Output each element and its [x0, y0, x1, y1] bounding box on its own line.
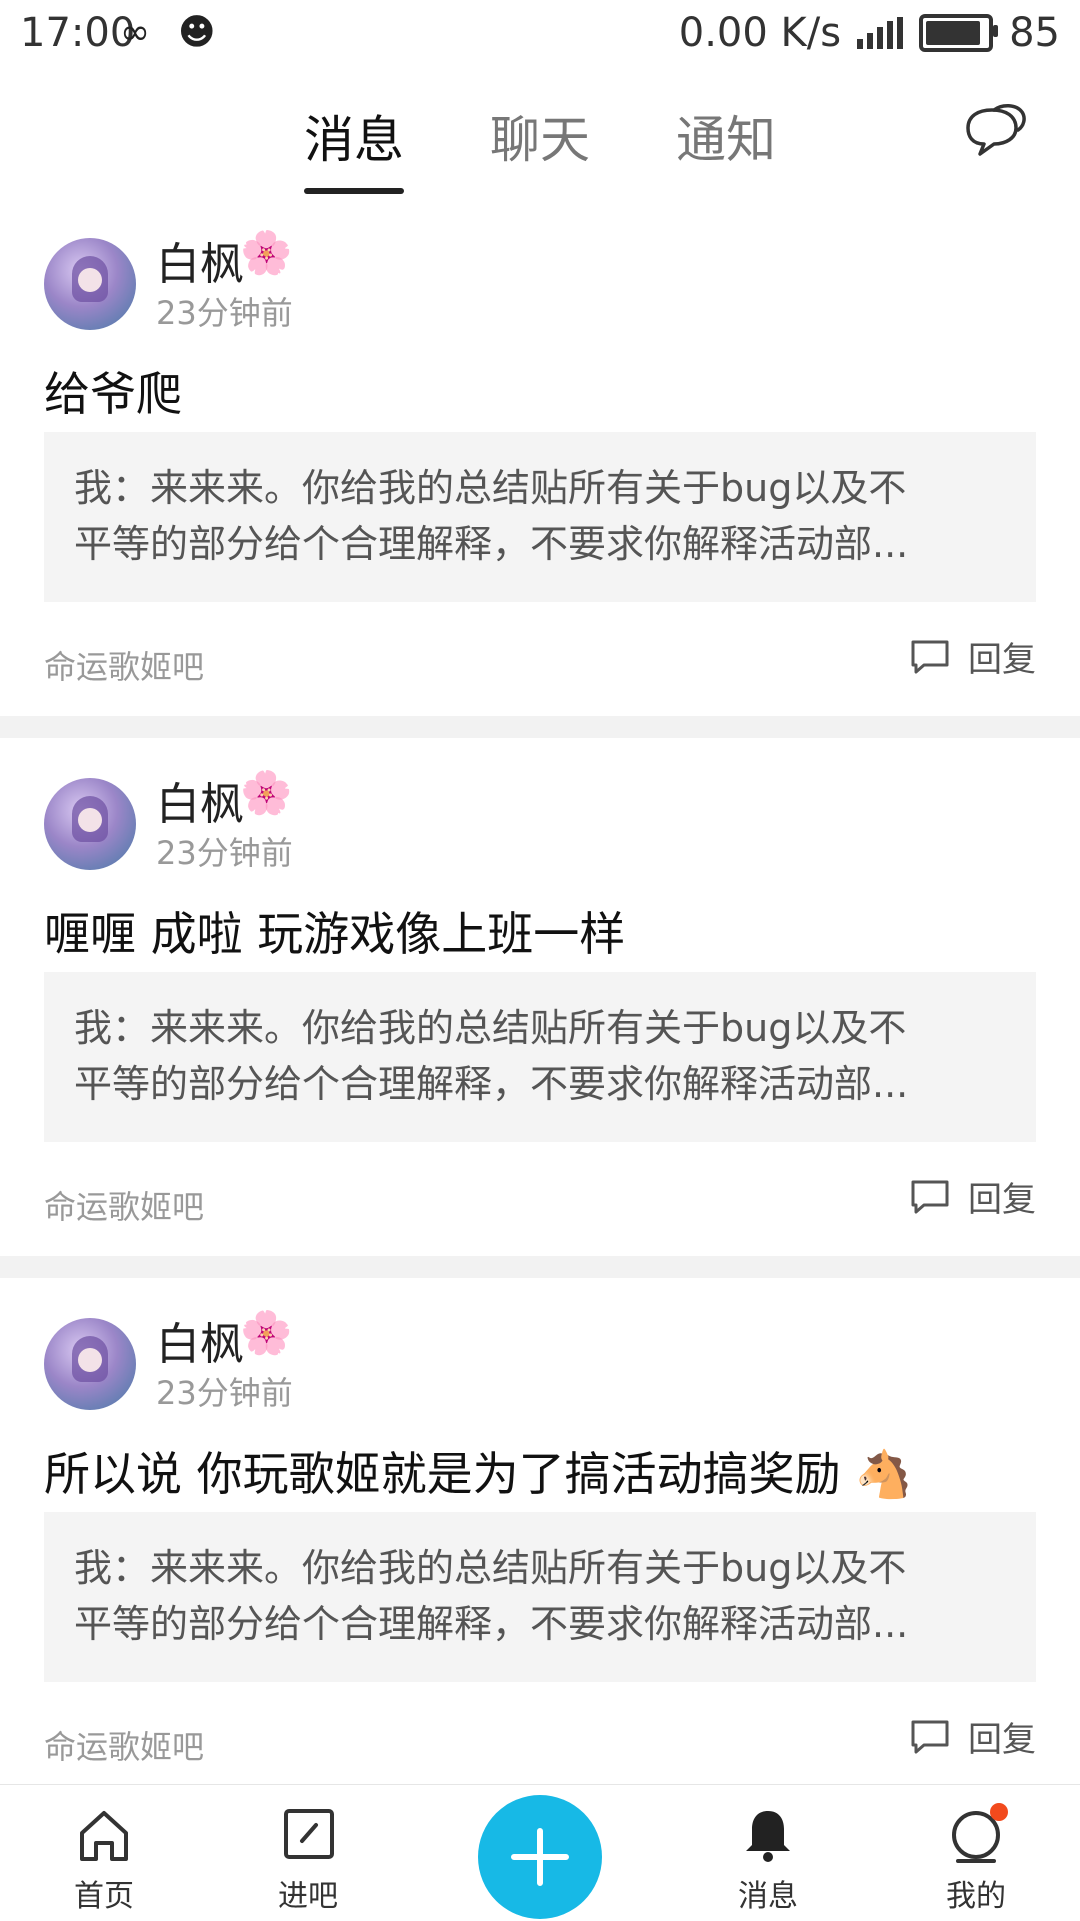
nav-me-label: 我的 — [946, 1879, 1006, 1914]
avatar[interactable] — [44, 1318, 136, 1410]
comment-icon — [911, 640, 949, 673]
net-speed: 0.00 K/s — [678, 10, 842, 56]
bell-icon — [746, 1811, 790, 1862]
battery-level: 85 — [1009, 10, 1060, 56]
nav-forums[interactable]: 进吧 — [258, 1805, 358, 1915]
top-tabs: 消息 聊天 通知 — [0, 66, 1080, 199]
status-bar: 17:00 ∞ ☻ 0.00 K/s 85 — [0, 0, 1080, 66]
nav-forums-label: 进吧 — [278, 1879, 338, 1914]
tab-notifications[interactable]: 通知 — [676, 100, 776, 172]
reply-button[interactable]: 回复 — [910, 1712, 1036, 1761]
nav-messages[interactable]: 消息 — [718, 1805, 818, 1915]
reply-button[interactable]: 回复 — [910, 632, 1036, 681]
timestamp: 23分钟前 — [156, 834, 293, 872]
reply-label: 回复 — [968, 640, 1036, 680]
forum-name[interactable]: 命运歌姬吧 — [44, 1722, 204, 1768]
avatar[interactable] — [44, 778, 136, 870]
nav-home-label: 首页 — [74, 1879, 134, 1914]
username[interactable]: 白枫 — [156, 228, 244, 292]
reply-content[interactable]: 喱喱 成啦 玩游戏像上班一样 — [44, 898, 625, 964]
flower-badge-icon: 🌸 — [240, 1308, 293, 1357]
chat-bubble-icon[interactable] — [964, 102, 1028, 162]
infinity-icon: ∞ — [120, 12, 150, 53]
plus-icon — [511, 1828, 569, 1886]
quote-line: 我：来来来。你给我的总结贴所有关于bug以及不 — [74, 466, 907, 510]
flower-badge-icon: 🌸 — [240, 768, 293, 817]
nav-messages-label: 消息 — [738, 1879, 798, 1914]
quoted-post[interactable]: 我：来来来。你给我的总结贴所有关于bug以及不 平等的部分给个合理解释，不要求你… — [44, 432, 1036, 602]
comment-icon — [911, 1720, 949, 1753]
quoted-post[interactable]: 我：来来来。你给我的总结贴所有关于bug以及不 平等的部分给个合理解释，不要求你… — [44, 972, 1036, 1142]
reply-content[interactable]: 所以说 你玩歌姬就是为了搞活动搞奖励 🐴 — [44, 1438, 913, 1504]
divider — [0, 716, 1080, 738]
reply-label: 回复 — [968, 1720, 1036, 1760]
nav-home[interactable]: 首页 — [54, 1805, 154, 1915]
message-card[interactable]: 白枫 🌸 23分钟前 所以说 你玩歌姬就是为了搞活动搞奖励 🐴 我：来来来。你给… — [0, 1278, 1080, 1796]
profile-icon-wrap — [946, 1803, 1008, 1865]
status-right: 0.00 K/s 85 — [679, 10, 1060, 56]
tab-chat[interactable]: 聊天 — [490, 100, 590, 172]
quote-line: 平等的部分给个合理解释，不要求你解释活动部... — [74, 522, 909, 566]
face-icon: ☻ — [178, 12, 216, 53]
timestamp: 23分钟前 — [156, 294, 293, 332]
divider — [0, 1256, 1080, 1278]
forum-name[interactable]: 命运歌姬吧 — [44, 1182, 204, 1228]
notification-dot — [990, 1803, 1008, 1821]
quote-line: 我：来来来。你给我的总结贴所有关于bug以及不 — [74, 1006, 907, 1050]
quote-line: 平等的部分给个合理解释，不要求你解释活动部... — [74, 1062, 909, 1106]
reply-button[interactable]: 回复 — [910, 1172, 1036, 1221]
quoted-post[interactable]: 我：来来来。你给我的总结贴所有关于bug以及不 平等的部分给个合理解释，不要求你… — [44, 1512, 1036, 1682]
tab-messages[interactable]: 消息 — [304, 100, 404, 172]
compose-button[interactable] — [478, 1795, 602, 1919]
message-card[interactable]: 白枫 🌸 23分钟前 喱喱 成啦 玩游戏像上班一样 我：来来来。你给我的总结贴所… — [0, 738, 1080, 1256]
flower-badge-icon: 🌸 — [240, 228, 293, 277]
active-tab-indicator — [304, 188, 404, 194]
bottom-nav: 首页 进吧 消息 我的 — [0, 1784, 1080, 1921]
username[interactable]: 白枫 — [156, 768, 244, 832]
avatar[interactable] — [44, 238, 136, 330]
username[interactable]: 白枫 — [156, 1308, 244, 1372]
battery-icon — [919, 14, 999, 52]
timestamp: 23分钟前 — [156, 1374, 293, 1412]
quote-line: 平等的部分给个合理解释，不要求你解释活动部... — [74, 1602, 909, 1646]
home-icon — [80, 1811, 128, 1861]
reply-label: 回复 — [968, 1180, 1036, 1220]
nav-me[interactable]: 我的 — [926, 1803, 1026, 1915]
forum-name[interactable]: 命运歌姬吧 — [44, 642, 204, 688]
comment-icon — [911, 1180, 949, 1213]
edit-square-icon — [284, 1809, 334, 1859]
status-time: 17:00 — [20, 10, 136, 56]
signal-icon — [857, 17, 904, 49]
message-card[interactable]: 白枫 🌸 23分钟前 给爷爬 我：来来来。你给我的总结贴所有关于bug以及不 平… — [0, 198, 1080, 716]
message-feed: 白枫 🌸 23分钟前 给爷爬 我：来来来。你给我的总结贴所有关于bug以及不 平… — [0, 198, 1080, 1796]
reply-content[interactable]: 给爷爬 — [44, 358, 182, 424]
quote-line: 我：来来来。你给我的总结贴所有关于bug以及不 — [74, 1546, 907, 1590]
